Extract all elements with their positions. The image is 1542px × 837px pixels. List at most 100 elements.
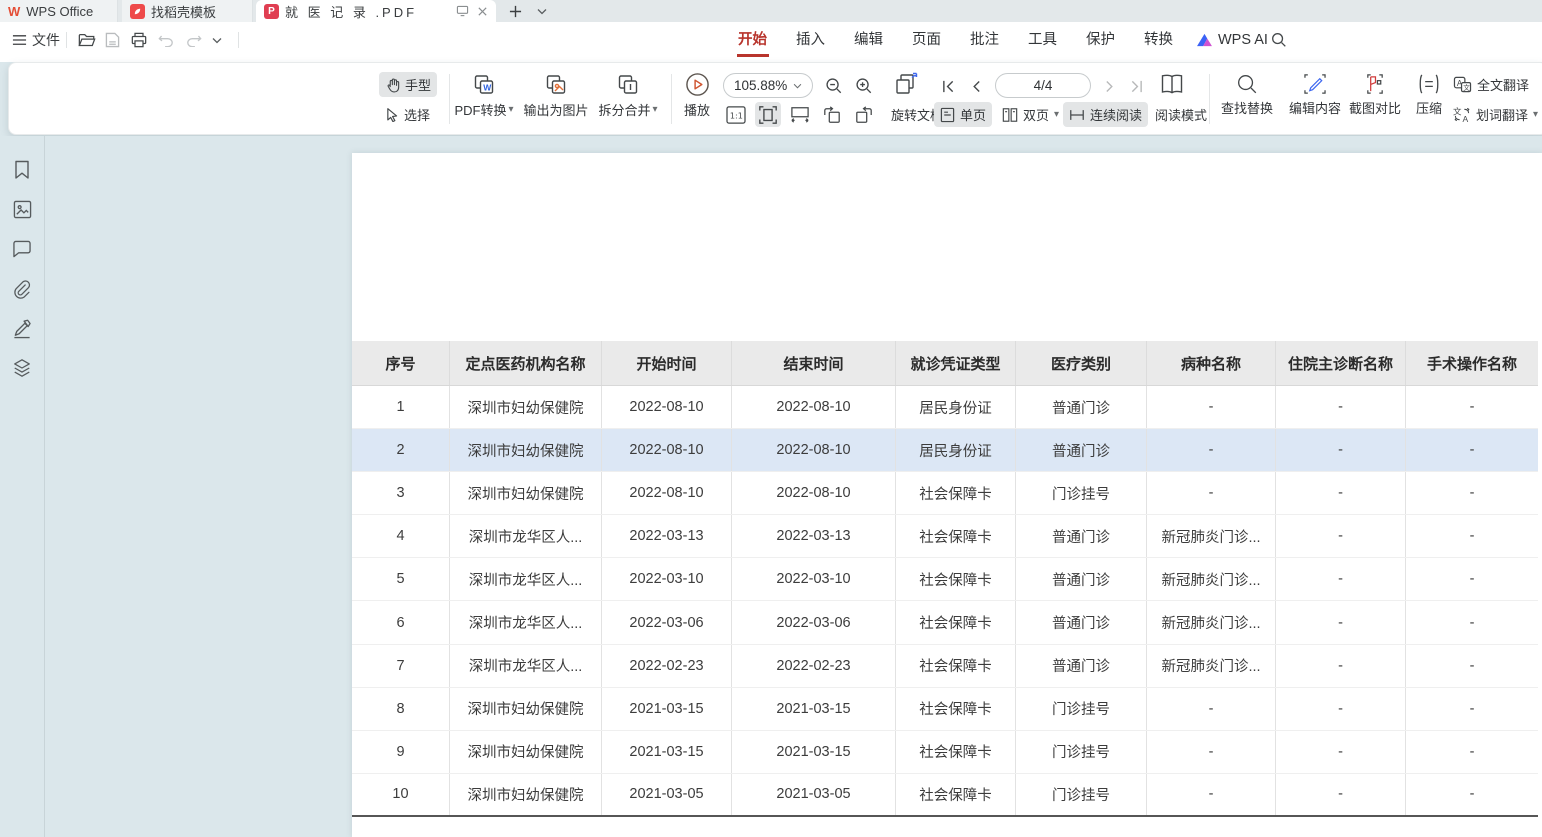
new-tab-button[interactable] bbox=[503, 0, 527, 22]
redo-button[interactable] bbox=[186, 22, 202, 58]
menu-tab-2[interactable]: 插入 bbox=[796, 22, 825, 58]
select-tool-button[interactable]: 选择 bbox=[379, 102, 436, 127]
actual-size-button[interactable]: 1:1 bbox=[723, 102, 749, 127]
signature-panel-button[interactable] bbox=[10, 317, 34, 341]
divider bbox=[238, 32, 239, 48]
word-translate-button[interactable]: 文A 划词翻译 ▾ bbox=[1447, 102, 1542, 127]
edit-content-button[interactable]: 编辑内容 bbox=[1285, 73, 1345, 117]
split-merge-button[interactable]: 拆分合并▾ bbox=[591, 73, 665, 119]
table-row[interactable]: 1深圳市妇幼保健院2022-08-102022-08-10居民身份证普通门诊--… bbox=[352, 386, 1538, 429]
layers-panel-button[interactable] bbox=[10, 356, 34, 380]
divider bbox=[66, 32, 67, 48]
table-cell: 2022-08-10 bbox=[732, 472, 896, 514]
column-header: 开始时间 bbox=[602, 341, 732, 385]
menu-tab-5[interactable]: 批注 bbox=[970, 22, 999, 58]
table-cell: 2022-08-10 bbox=[732, 386, 896, 428]
tab-document-pdf[interactable]: P 就 医 记 录 .PDF bbox=[256, 0, 496, 22]
compress-icon bbox=[1417, 73, 1441, 95]
bookmark-panel-button[interactable] bbox=[10, 158, 34, 182]
tab-list-chevron-icon[interactable] bbox=[530, 0, 554, 22]
next-page-button[interactable] bbox=[1099, 74, 1121, 99]
attachment-panel-button[interactable] bbox=[10, 277, 34, 301]
table-cell: - bbox=[1147, 731, 1276, 773]
table-cell: 社会保障卡 bbox=[896, 688, 1016, 730]
table-cell: 2021-03-15 bbox=[602, 731, 732, 773]
docer-logo-icon bbox=[130, 4, 145, 19]
table-row[interactable]: 4深圳市龙华区人...2022-03-132022-03-13社会保障卡普通门诊… bbox=[352, 515, 1538, 558]
single-page-button[interactable]: 单页 bbox=[934, 102, 992, 127]
table-cell: - bbox=[1276, 429, 1406, 471]
rotate-left-button[interactable] bbox=[819, 102, 845, 127]
zoom-in-button[interactable] bbox=[851, 73, 877, 98]
table-row[interactable]: 3深圳市妇幼保健院2022-08-102022-08-10社会保障卡门诊挂号--… bbox=[352, 472, 1538, 515]
page-number-input[interactable]: 4/4 bbox=[995, 73, 1091, 98]
table-row[interactable]: 6深圳市龙华区人...2022-03-062022-03-06社会保障卡普通门诊… bbox=[352, 601, 1538, 644]
table-row[interactable]: 8深圳市妇幼保健院2021-03-152021-03-15社会保障卡门诊挂号--… bbox=[352, 688, 1538, 731]
close-tab-icon[interactable] bbox=[477, 6, 488, 17]
file-menu-button[interactable]: 文件 bbox=[12, 22, 60, 58]
compress-button[interactable]: 压缩 bbox=[1407, 73, 1451, 117]
column-header: 序号 bbox=[352, 341, 450, 385]
export-image-button[interactable]: 输出为图片 bbox=[521, 73, 591, 119]
find-replace-button[interactable]: 查找替换 bbox=[1211, 73, 1283, 117]
first-page-button[interactable] bbox=[937, 74, 959, 99]
table-row[interactable]: 7深圳市龙华区人...2022-02-232022-02-23社会保障卡普通门诊… bbox=[352, 645, 1538, 688]
column-header: 就诊凭证类型 bbox=[896, 341, 1016, 385]
table-cell: 5 bbox=[352, 558, 450, 600]
document-page[interactable]: 序号定点医药机构名称开始时间结束时间就诊凭证类型医疗类别病种名称住院主诊断名称手… bbox=[352, 153, 1542, 837]
wps-ai-button[interactable]: WPS AI bbox=[1196, 22, 1268, 58]
undo-button[interactable] bbox=[158, 22, 174, 58]
menu-tab-8[interactable]: 转换 bbox=[1144, 22, 1173, 58]
table-row[interactable]: 5深圳市龙华区人...2022-03-102022-03-10社会保障卡普通门诊… bbox=[352, 558, 1538, 601]
table-cell: - bbox=[1406, 688, 1538, 730]
table-cell: 门诊挂号 bbox=[1016, 774, 1147, 815]
edit-content-label: 编辑内容 bbox=[1289, 98, 1341, 117]
full-translate-button[interactable]: A 文 全文翻译 bbox=[1447, 72, 1535, 97]
table-cell: 普通门诊 bbox=[1016, 601, 1147, 643]
menu-tab-7[interactable]: 保护 bbox=[1086, 22, 1115, 58]
fit-width-button[interactable] bbox=[787, 102, 813, 127]
zoom-out-button[interactable] bbox=[821, 73, 847, 98]
screenshot-compare-button[interactable]: 截图对比 bbox=[1345, 73, 1405, 117]
menu-tab-6[interactable]: 工具 bbox=[1028, 22, 1057, 58]
tab-docer-templates[interactable]: 找稻壳模板 bbox=[122, 0, 253, 22]
table-cell: - bbox=[1276, 472, 1406, 514]
table-body: 1深圳市妇幼保健院2022-08-102022-08-10居民身份证普通门诊--… bbox=[352, 386, 1538, 817]
hand-tool-button[interactable]: 手型 bbox=[379, 72, 437, 97]
menu-search-button[interactable] bbox=[1271, 22, 1287, 58]
rotate-document-icon[interactable] bbox=[891, 71, 921, 96]
double-page-button[interactable]: 双页 ▾ bbox=[996, 102, 1065, 127]
continuous-read-button[interactable]: 连续阅读 bbox=[1063, 102, 1148, 127]
table-cell: 2022-08-10 bbox=[732, 429, 896, 471]
tab-wps-office[interactable]: W WPS Office bbox=[0, 0, 118, 22]
page-indicator: 4/4 bbox=[1034, 78, 1053, 93]
menu-tab-3[interactable]: 编辑 bbox=[854, 22, 883, 58]
pdf-convert-button[interactable]: W PDF转换▾ bbox=[447, 73, 521, 119]
table-cell: 深圳市龙华区人... bbox=[450, 601, 602, 643]
table-cell: 新冠肺炎门诊... bbox=[1147, 645, 1276, 687]
play-button[interactable]: 播放 bbox=[677, 72, 717, 119]
table-row[interactable]: 10深圳市妇幼保健院2021-03-052021-03-05社会保障卡门诊挂号-… bbox=[352, 774, 1538, 817]
table-cell: 深圳市妇幼保健院 bbox=[450, 688, 602, 730]
zoom-level-select[interactable]: 105.88% bbox=[723, 73, 813, 98]
comment-panel-button[interactable] bbox=[10, 237, 34, 261]
menu-tab-1[interactable]: 开始 bbox=[738, 22, 767, 58]
menu-tab-4[interactable]: 页面 bbox=[912, 22, 941, 58]
fit-page-button[interactable] bbox=[755, 102, 781, 127]
thumbnail-panel-button[interactable] bbox=[10, 197, 34, 221]
rotate-right-button[interactable] bbox=[851, 102, 877, 127]
previous-page-button[interactable] bbox=[965, 74, 987, 99]
table-row[interactable]: 2深圳市妇幼保健院2022-08-102022-08-10居民身份证普通门诊--… bbox=[352, 429, 1538, 472]
read-mode-icon[interactable] bbox=[1157, 70, 1187, 98]
table-cell: - bbox=[1406, 774, 1538, 815]
table-row[interactable]: 9深圳市妇幼保健院2021-03-152021-03-15社会保障卡门诊挂号--… bbox=[352, 731, 1538, 774]
column-header: 定点医药机构名称 bbox=[450, 341, 602, 385]
monitor-icon[interactable] bbox=[456, 5, 469, 17]
read-mode-button[interactable]: 阅读模式 bbox=[1149, 102, 1213, 127]
undo-redo-chevron-icon[interactable] bbox=[212, 22, 222, 58]
print-button[interactable] bbox=[131, 22, 147, 58]
open-file-button[interactable] bbox=[78, 22, 96, 58]
save-button[interactable] bbox=[105, 22, 120, 58]
last-page-button[interactable] bbox=[1125, 74, 1147, 99]
svg-text:1:1: 1:1 bbox=[730, 110, 743, 120]
